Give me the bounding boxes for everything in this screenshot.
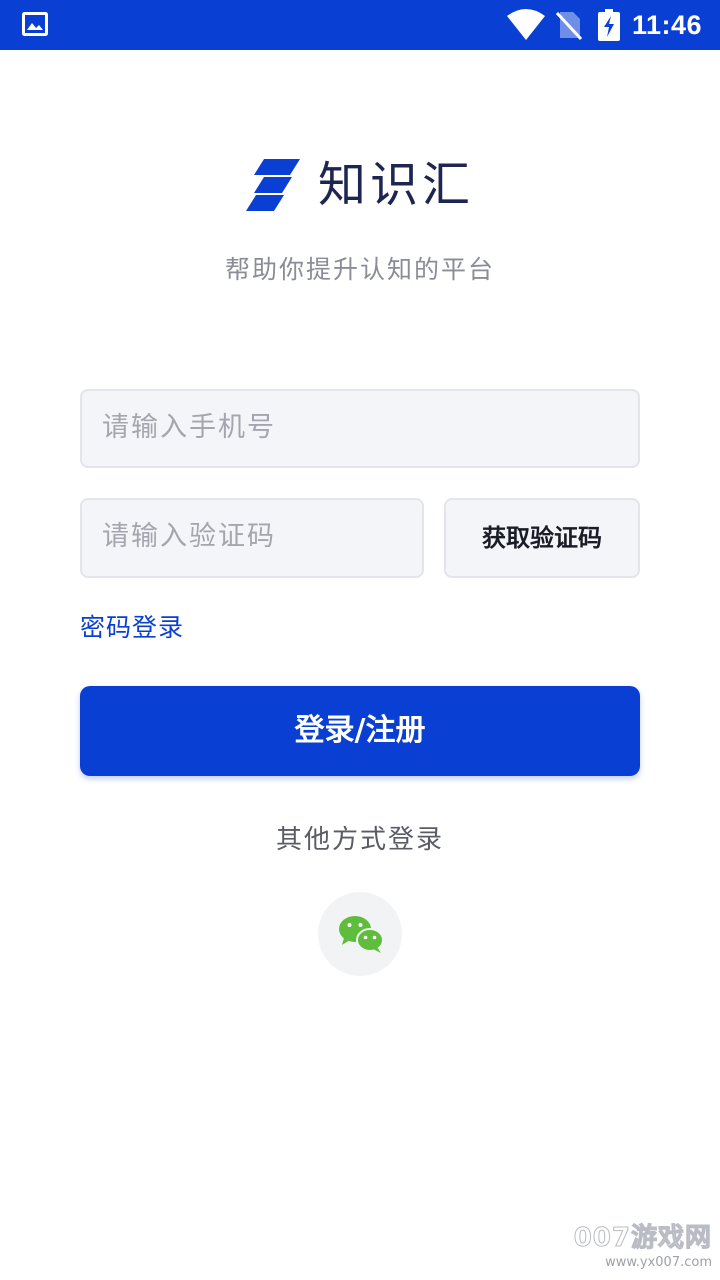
phone-input[interactable]: 请输入手机号 [80,389,640,468]
login-register-button[interactable]: 登录/注册 [80,686,640,776]
status-bar: 11:46 [0,0,720,50]
wechat-login-button[interactable] [318,892,402,976]
watermark-brand: 007游戏网 [573,1223,712,1254]
status-time: 11:46 [632,10,703,40]
password-login-link[interactable]: 密码登录 [80,610,184,646]
get-code-button[interactable]: 获取验证码 [444,498,640,578]
app-logo-block: 知识汇 [0,155,720,225]
wechat-icon [339,916,384,953]
site-watermark: 007游戏网 www.yx007.com [562,1222,712,1276]
other-login-label: 其他方式登录 [275,825,444,855]
app-logo-icon [245,159,300,211]
battery-charging-icon [598,9,620,41]
app-name: 知识汇 [317,157,474,213]
gallery-icon [22,12,48,36]
verification-code-input[interactable]: 请输入验证码 [80,498,424,578]
verification-code-placeholder: 请输入验证码 [102,521,276,552]
no-sim-icon [556,11,582,40]
wifi-icon [507,9,545,40]
phone-input-placeholder: 请输入手机号 [102,412,276,443]
slogan: 帮助你提升认知的平台 [224,255,495,284]
watermark-url: www.yx007.com [605,1255,712,1270]
